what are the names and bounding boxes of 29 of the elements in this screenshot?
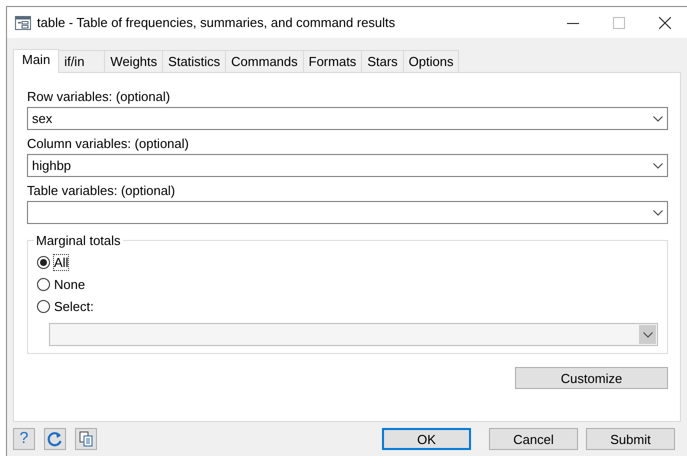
radio-label[interactable]: All — [54, 254, 68, 270]
window-icon — [15, 14, 31, 30]
tab[interactable]: Weights — [104, 50, 164, 72]
field-label: Table variables: (optional) — [27, 183, 176, 198]
chevron-down-icon[interactable] — [653, 116, 663, 122]
radio-button[interactable] — [37, 300, 50, 312]
chevron-down-icon[interactable] — [653, 210, 663, 216]
chevron-down-icon[interactable] — [653, 162, 663, 168]
window-title: table - Table of frequencies, summaries, and command results — [37, 15, 396, 30]
radio-label[interactable]: None — [54, 276, 86, 292]
help-button[interactable]: ? — [13, 428, 35, 450]
dropdown-field[interactable] — [27, 201, 668, 224]
radio-button[interactable] — [37, 278, 50, 290]
dialog-button[interactable]: Submit — [586, 428, 675, 450]
radio-button[interactable] — [37, 256, 50, 268]
group-title: Marginal totals — [34, 233, 123, 248]
dropdown-field[interactable]: sex — [27, 107, 668, 130]
close-icon[interactable] — [659, 16, 671, 28]
dialog-button[interactable]: Cancel — [489, 428, 578, 450]
field-label: Column variables: (optional) — [27, 136, 190, 151]
field-label: Row variables: (optional) — [27, 89, 172, 104]
customize-button[interactable]: Customize — [515, 367, 668, 389]
radio-label[interactable]: Select: — [54, 298, 94, 314]
dialog-button[interactable]: OK — [382, 428, 471, 450]
reset-icon[interactable] — [44, 428, 66, 450]
dropdown-field[interactable]: highbp — [27, 154, 668, 177]
copy-icon[interactable] — [75, 428, 97, 450]
tab[interactable]: Options — [402, 50, 460, 72]
tab[interactable]: Main — [13, 49, 60, 73]
